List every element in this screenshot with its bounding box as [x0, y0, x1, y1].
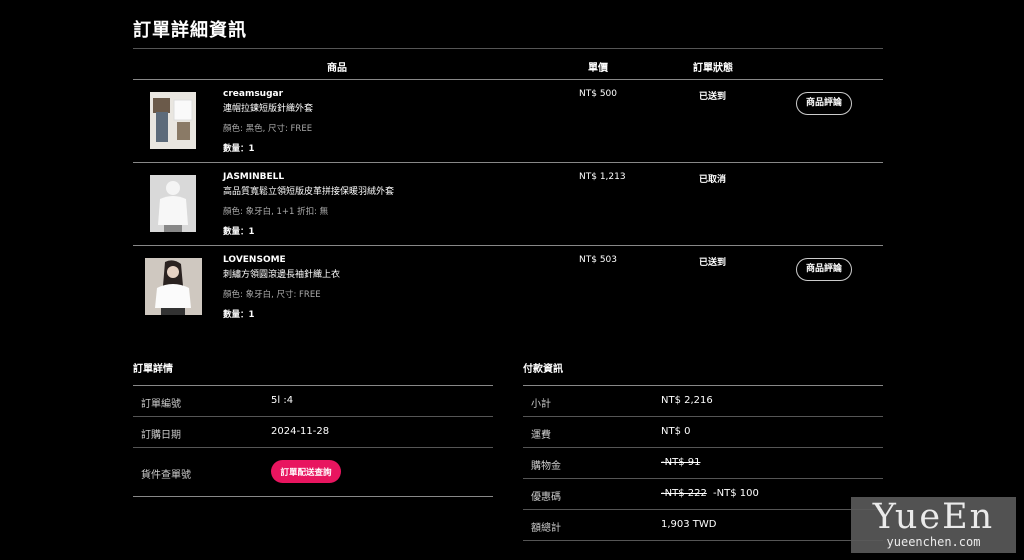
product-image[interactable]: [150, 175, 196, 232]
payment-info-table: 小計 NT$ 2,216 運費 NT$ 0 購物金 -NT$ 91 優惠碼 -N…: [523, 385, 883, 541]
coupon-label: 優惠碼: [531, 492, 561, 503]
watermark-url: yueenchen.com: [886, 535, 981, 549]
order-status: 已送到: [699, 258, 727, 268]
watermark-logo-text: YueEn: [872, 497, 995, 537]
order-details-title: 訂單詳情: [133, 364, 173, 375]
table-row: JASMINBELL 高品質寬鬆立領短版皮革拼接保暖羽絨外套 顏色: 象牙白, …: [133, 163, 883, 246]
shipping-label: 運費: [531, 430, 551, 441]
product-quantity: 數量：1: [223, 144, 255, 154]
review-button[interactable]: 商品評論: [796, 258, 852, 281]
product-image[interactable]: [150, 92, 196, 149]
total-value: 1,903 TWD: [661, 519, 717, 530]
product-info: creamsugar 連帽拉鍊短版針織外套 顏色: 黑色, 尺寸: FREE 數…: [223, 89, 483, 154]
payment-info-title: 付款資訊: [523, 364, 563, 375]
review-button[interactable]: 商品評論: [796, 92, 852, 115]
track-delivery-button[interactable]: 訂單配送查詢: [271, 460, 341, 483]
page-title: 訂單詳細資訊: [133, 20, 247, 41]
shopping-credit-label: 購物金: [531, 461, 561, 472]
shipping-value: NT$ 0: [661, 426, 691, 437]
product-price: NT$ 500: [579, 89, 617, 99]
product-info: LOVENSOME 刺繡方領圓滾邊長袖針織上衣 顏色: 象牙白, 尺寸: FRE…: [223, 255, 483, 320]
watermark: YueEn yueenchen.com: [851, 497, 1016, 553]
subtotal-label: 小計: [531, 399, 551, 410]
shopping-credit-value: -NT$ 91: [661, 457, 701, 468]
product-name[interactable]: 高品質寬鬆立領短版皮革拼接保暖羽絨外套: [223, 184, 483, 197]
order-number-row: 訂單編號 5l :4: [133, 386, 493, 417]
product-price: NT$ 1,213: [579, 172, 626, 182]
total-row: 額總計 1,903 TWD: [523, 510, 883, 541]
product-variant: 顏色: 象牙白, 1+1 折扣: 無: [223, 207, 329, 217]
subtotal-row: 小計 NT$ 2,216: [523, 386, 883, 417]
coupon-row: 優惠碼 -NT$ 222 -NT$ 100: [523, 479, 883, 510]
shipping-row: 運費 NT$ 0: [523, 417, 883, 448]
table-row: creamsugar 連帽拉鍊短版針織外套 顏色: 黑色, 尺寸: FREE 數…: [133, 80, 883, 163]
order-date-label: 訂購日期: [141, 430, 181, 441]
table-row: LOVENSOME 刺繡方領圓滾邊長袖針織上衣 顏色: 象牙白, 尺寸: FRE…: [133, 246, 883, 328]
order-date-row: 訂購日期 2024-11-28: [133, 417, 493, 448]
product-name[interactable]: 刺繡方領圓滾邊長袖針織上衣: [223, 267, 483, 280]
column-header-unit-price: 單價: [588, 63, 608, 74]
product-variant: 顏色: 象牙白, 尺寸: FREE: [223, 290, 321, 300]
order-status: 已取消: [699, 175, 727, 185]
order-number-label: 訂單編號: [141, 399, 181, 410]
product-brand[interactable]: creamsugar: [223, 89, 483, 99]
product-image[interactable]: [145, 258, 202, 315]
coupon-original-value: -NT$ 222: [661, 488, 707, 499]
product-info: JASMINBELL 高品質寬鬆立領短版皮革拼接保暖羽絨外套 顏色: 象牙白, …: [223, 172, 483, 237]
product-quantity: 數量：1: [223, 227, 255, 237]
column-header-product: 商品: [327, 63, 347, 74]
order-details-table: 訂單編號 5l :4 訂購日期 2024-11-28 貨件查單號 訂單配送查詢: [133, 385, 493, 497]
total-label: 額總計: [531, 523, 561, 534]
product-price: NT$ 503: [579, 255, 617, 265]
order-status: 已送到: [699, 92, 727, 102]
coupon-value: -NT$ 100: [713, 488, 759, 499]
order-date-value: 2024-11-28: [271, 426, 330, 437]
order-number-value: 5l :4: [271, 395, 294, 406]
product-quantity: 數量：1: [223, 310, 255, 320]
product-name[interactable]: 連帽拉鍊短版針織外套: [223, 101, 483, 114]
subtotal-value: NT$ 2,216: [661, 395, 713, 406]
product-brand[interactable]: LOVENSOME: [223, 255, 483, 265]
column-header-status: 訂單狀態: [693, 63, 733, 74]
product-variant: 顏色: 黑色, 尺寸: FREE: [223, 124, 313, 134]
table-header: 商品 單價 訂單狀態: [133, 48, 883, 80]
order-items-table: 商品 單價 訂單狀態 creamsugar 連帽拉鍊短版針織外套 顏色: 黑色,…: [133, 48, 883, 328]
product-brand[interactable]: JASMINBELL: [223, 172, 483, 182]
tracking-label: 貨件查單號: [141, 470, 191, 481]
tracking-row: 貨件查單號 訂單配送查詢: [133, 448, 493, 497]
shopping-credit-row: 購物金 -NT$ 91: [523, 448, 883, 479]
